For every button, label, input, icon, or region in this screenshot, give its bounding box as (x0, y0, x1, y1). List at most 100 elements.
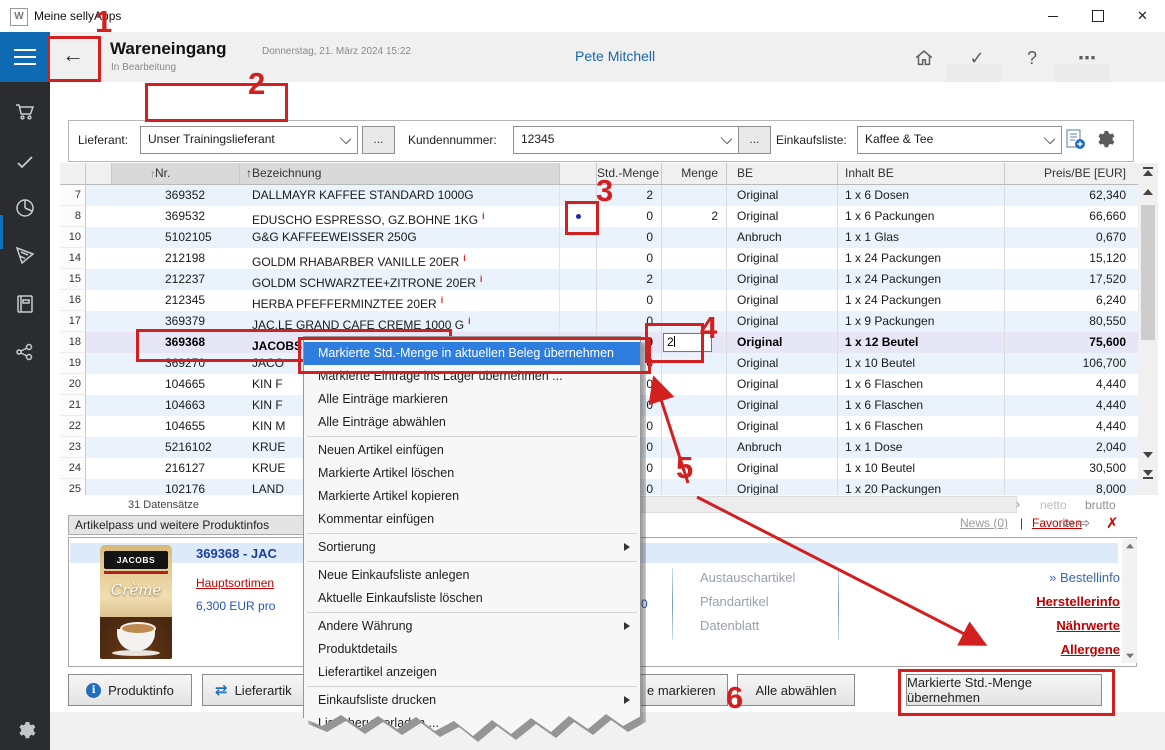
table-row[interactable]: 15212237GOLDM SCHWARZTEE+ZITRONE 20ERi2O… (60, 269, 1138, 290)
menu-item[interactable]: Kommentar einfügen (304, 508, 640, 531)
cell-std-menge[interactable]: 0 (597, 227, 662, 248)
panel-close-icon[interactable]: ✗ (1106, 514, 1119, 532)
std-menge-uebernehmen-button[interactable]: Markierte Std.-Menge übernehmen (906, 674, 1102, 706)
menu-item[interactable]: Neue Einkaufsliste anlegen (304, 564, 640, 587)
nav-prev-next-icons[interactable]: ⇦⇨ (1062, 514, 1093, 532)
minimize-button[interactable] (1030, 0, 1075, 32)
cell-marker[interactable] (560, 206, 597, 227)
cell-std-menge[interactable]: 0 (597, 248, 662, 269)
cell-menge[interactable]: 2 (662, 332, 727, 353)
menu-item[interactable]: Markierte Einträge ins Lager übernehmen … (304, 365, 640, 388)
col-bezeichnung[interactable]: ↑Bezeichnung (240, 163, 560, 185)
lieferant-more-button[interactable]: ... (362, 126, 395, 154)
cell-menge[interactable] (662, 311, 727, 332)
cell-marker[interactable] (560, 227, 597, 248)
maximize-button[interactable] (1075, 0, 1120, 32)
cell-menge[interactable] (662, 437, 727, 458)
cell-marker[interactable] (560, 248, 597, 269)
col-std-menge[interactable]: Std.-Menge (597, 163, 662, 185)
netto-toggle[interactable]: netto (1040, 498, 1067, 512)
table-row[interactable]: 105102105G&G KAFFEEWEISSER 250G0Anbruch1… (60, 227, 1138, 248)
confirm-check-icon[interactable]: ✓ (963, 44, 991, 72)
cell-std-menge[interactable]: 2 (597, 269, 662, 290)
einkaufsliste-select[interactable]: Kaffee & Tee (857, 126, 1062, 154)
table-row[interactable]: 7369352DALLMAYR KAFFEE STANDARD 1000G2Or… (60, 185, 1138, 206)
table-vertical-scrollbar[interactable] (1138, 163, 1158, 495)
produktinfo-button[interactable]: i Produktinfo (68, 674, 192, 706)
cell-menge[interactable] (662, 227, 727, 248)
menu-item[interactable]: Markierte Artikel kopieren (304, 485, 640, 508)
hauptsortiment-link[interactable]: Hauptsortimen (196, 576, 274, 590)
col-preis[interactable]: Preis/BE [EUR] (1005, 163, 1138, 185)
product-link-nährwerte[interactable]: Nährwerte (940, 618, 1120, 633)
cell-marker[interactable] (560, 290, 597, 311)
cell-menge[interactable] (662, 185, 727, 206)
brutto-toggle[interactable]: brutto (1085, 498, 1116, 512)
cart-icon[interactable] (13, 100, 37, 124)
news-link[interactable]: News (0) (960, 516, 1008, 530)
menu-item[interactable]: Produktdetails (304, 638, 640, 661)
col-nr[interactable]: ↑Nr. (112, 163, 240, 185)
new-list-icon[interactable] (1064, 128, 1086, 150)
scroll-to-top-icon[interactable] (1140, 164, 1156, 180)
scrollbar-thumb[interactable] (1141, 205, 1155, 340)
cell-marker[interactable] (560, 311, 597, 332)
menu-item[interactable]: Andere Währung (304, 615, 640, 638)
menu-item[interactable]: Neuen Artikel einfügen (304, 439, 640, 462)
menu-item[interactable]: Einkaufsliste drucken (304, 689, 640, 712)
cell-menge[interactable] (662, 458, 727, 479)
cell-menge[interactable] (662, 248, 727, 269)
list-settings-gear-icon[interactable] (1092, 127, 1116, 151)
table-row[interactable]: 17369379JAC.LE GRAND CAFE CREME 1000 Gi0… (60, 311, 1138, 332)
book-icon[interactable] (13, 292, 37, 316)
scroll-to-bottom-icon[interactable] (1140, 467, 1156, 483)
back-button[interactable]: ← (56, 40, 90, 72)
cell-std-menge[interactable]: 2 (597, 185, 662, 206)
cell-std-menge[interactable]: 0 (597, 311, 662, 332)
hscroll-right-icon[interactable]: › (1016, 497, 1020, 511)
col-inhalt-be[interactable]: Inhalt BE (838, 163, 1005, 185)
share-network-icon[interactable] (13, 340, 37, 364)
cell-std-menge[interactable]: 0 (597, 290, 662, 311)
hamburger-menu-button[interactable] (0, 32, 50, 82)
cell-menge[interactable] (662, 269, 727, 290)
menu-item[interactable]: Markierte Artikel löschen (304, 462, 640, 485)
cell-marker[interactable] (560, 185, 597, 206)
artikelpass-tab[interactable]: Artikelpass und weitere Produktinfos (68, 515, 320, 535)
cell-menge[interactable]: 2 (662, 206, 727, 227)
settings-gear-icon[interactable] (13, 718, 37, 742)
table-row[interactable]: 14212198GOLDM RHABARBER VANILLE 20ERi0Or… (60, 248, 1138, 269)
help-icon[interactable]: ? (1018, 44, 1046, 72)
cell-marker[interactable] (560, 269, 597, 290)
panel-scrollbar[interactable] (1122, 539, 1137, 663)
bestellinfo-link[interactable]: » Bestellinfo (1000, 570, 1120, 585)
home-icon[interactable] (910, 44, 938, 72)
scroll-up-icon[interactable] (1140, 184, 1156, 200)
alle-abwaehlen-button[interactable]: Alle abwählen (737, 674, 855, 706)
cell-menge[interactable] (662, 374, 727, 395)
col-be[interactable]: BE (727, 163, 838, 185)
cell-menge[interactable] (662, 290, 727, 311)
table-row[interactable]: 16212345HERBA PFEFFERMINZTEE 20ERi0Origi… (60, 290, 1138, 311)
menu-item[interactable]: Alle Einträge markieren (304, 388, 640, 411)
kundennummer-more-button[interactable]: ... (738, 126, 771, 154)
scroll-down-icon[interactable] (1140, 447, 1156, 463)
cell-menge[interactable] (662, 416, 727, 437)
close-button[interactable]: ✕ (1120, 0, 1165, 32)
menu-item[interactable]: Aktuelle Einkaufsliste löschen (304, 587, 640, 610)
product-link-herstellerinfo[interactable]: Herstellerinfo (940, 594, 1120, 609)
flag-icon[interactable] (13, 244, 37, 268)
col-menge[interactable]: Menge (662, 163, 727, 185)
user-name[interactable]: Pete Mitchell (575, 48, 655, 64)
kundennummer-select[interactable]: 12345 (513, 126, 739, 154)
check-icon[interactable] (13, 150, 37, 174)
menu-item[interactable]: Alle Einträge abwählen (304, 411, 640, 434)
menu-item[interactable]: Lieferartikel anzeigen (304, 661, 640, 684)
cell-menge[interactable] (662, 353, 727, 374)
more-options-icon[interactable]: ⋯ (1073, 44, 1101, 72)
cell-std-menge[interactable]: 0 (597, 206, 662, 227)
menu-item[interactable]: Sortierung (304, 536, 640, 559)
menge-input[interactable]: 2 (663, 333, 712, 352)
lieferant-select[interactable]: Unser Trainingslieferant (140, 126, 358, 154)
product-link-allergene[interactable]: Allergene (940, 642, 1120, 657)
